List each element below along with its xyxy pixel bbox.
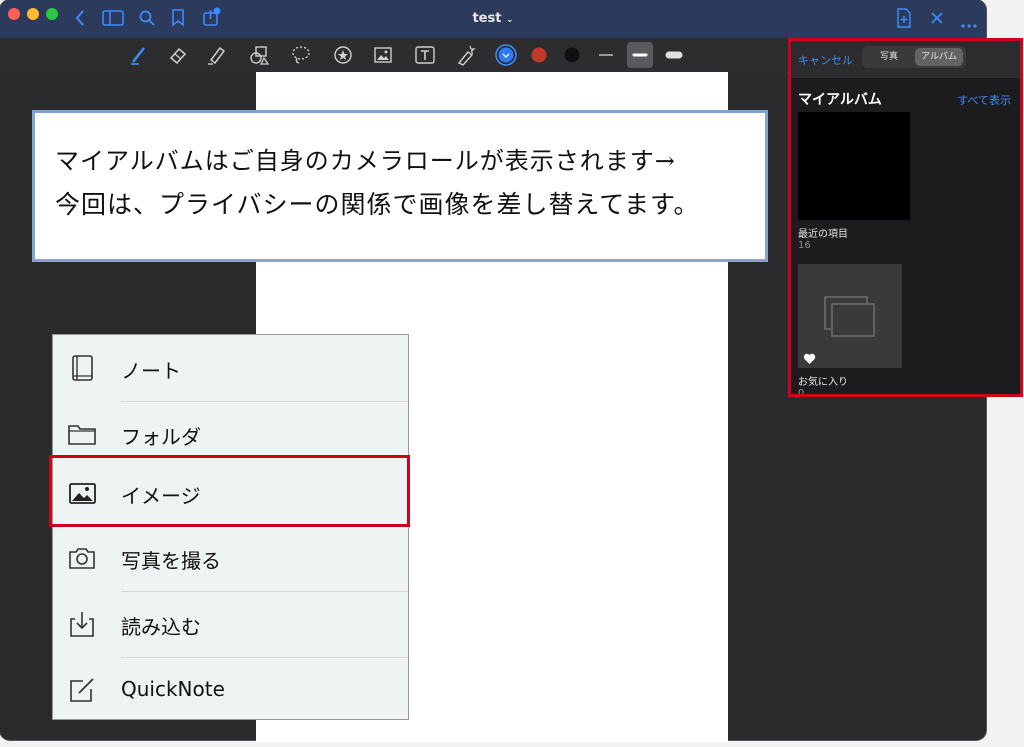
highlight-frame-image-item — [49, 455, 410, 527]
text-icon[interactable] — [414, 44, 436, 66]
menu-item-camera[interactable]: 写真を撮る — [53, 525, 408, 591]
color-swatch-red[interactable] — [528, 44, 550, 66]
shapes-icon[interactable] — [248, 44, 270, 66]
camera-icon — [67, 543, 97, 573]
menu-item-note-label: ノート — [121, 359, 181, 383]
insert-menu: ノート フォルダ イメージ 写真を撮る 読み込む QuickNote — [52, 334, 409, 720]
quicknote-icon — [67, 675, 97, 705]
menu-item-import-label: 読み込む — [121, 615, 201, 639]
menu-item-quicknote[interactable]: QuickNote — [53, 657, 408, 723]
menu-item-quicknote-label: QuickNote — [121, 677, 225, 701]
pen-icon[interactable] — [128, 44, 150, 66]
add-page-icon[interactable] — [896, 8, 912, 31]
menu-item-note[interactable]: ノート — [53, 335, 408, 401]
stroke-thin-button[interactable] — [595, 44, 617, 66]
sticker-icon[interactable] — [332, 44, 354, 66]
laser-icon[interactable] — [454, 44, 476, 66]
folder-icon — [67, 419, 97, 449]
stroke-medium-button[interactable] — [627, 42, 653, 68]
color-swatch-black[interactable] — [561, 44, 583, 66]
highlight-frame-picker — [788, 38, 1023, 397]
menu-item-import[interactable]: 読み込む — [53, 591, 408, 657]
more-icon[interactable] — [961, 16, 977, 31]
menu-item-camera-label: 写真を撮る — [121, 549, 221, 573]
close-icon[interactable] — [930, 11, 944, 28]
stroke-thick-button[interactable] — [663, 44, 685, 66]
eraser-icon[interactable] — [167, 44, 189, 66]
title-bar: test ⌄ — [0, 0, 986, 38]
annotation-line-1: マイアルバムはご自身のカメラロールが表示されます→ — [55, 147, 676, 175]
annotation-line-2: 今回は、プライバシーの関係で画像を差し替えてます。 — [55, 190, 700, 219]
menu-item-folder-label: フォルダ — [121, 425, 201, 449]
lasso-icon[interactable] — [290, 44, 312, 66]
image-icon[interactable] — [372, 44, 394, 66]
document-title[interactable]: test ⌄ — [0, 11, 986, 26]
annotation-box: マイアルバムはご自身のカメラロールが表示されます→ 今回は、プライバシーの関係で… — [32, 110, 768, 262]
import-icon — [67, 609, 97, 639]
highlighter-icon[interactable] — [205, 44, 227, 66]
color-swatch-blue[interactable] — [495, 44, 517, 66]
notebook-icon — [67, 353, 97, 383]
